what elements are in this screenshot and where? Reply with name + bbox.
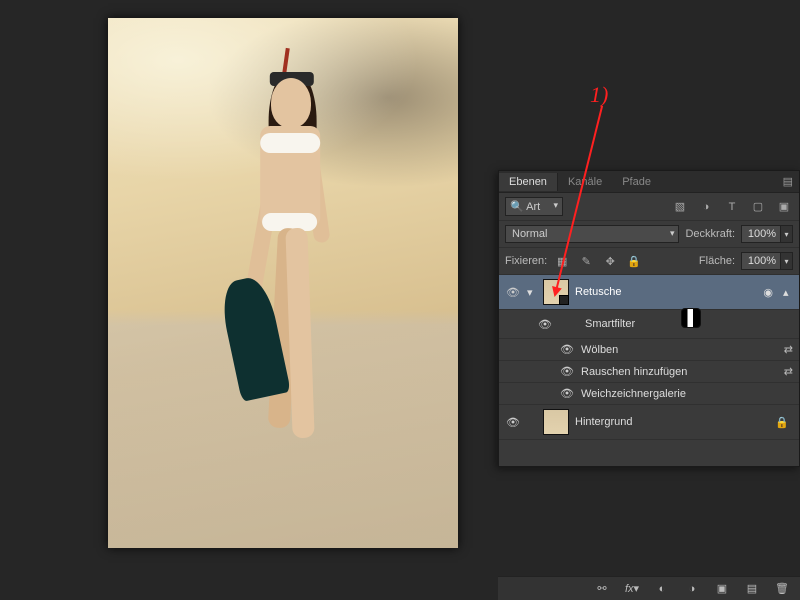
- filter-wolben[interactable]: 👁 Wölben ⇄: [499, 339, 799, 361]
- adjustment-layer-icon[interactable]: ◑: [682, 581, 702, 597]
- annotation-label: 1): [590, 82, 608, 108]
- blend-mode-select[interactable]: Normal: [505, 225, 679, 243]
- layer-mask-icon[interactable]: ◐: [652, 581, 672, 597]
- filter-name: Rauschen hinzufügen: [581, 366, 778, 378]
- filter-type-icon[interactable]: T: [723, 199, 741, 215]
- tab-paths[interactable]: Pfade: [612, 173, 661, 191]
- filter-weichzeichner[interactable]: 👁 Weichzeichnergalerie: [499, 383, 799, 405]
- layer-search-row: 🔍 Art ▧ ◑ T ▢ ▣: [499, 193, 799, 221]
- visibility-toggle-icon[interactable]: 👁: [505, 416, 521, 429]
- layer-fx-icon[interactable]: fx▾: [622, 581, 642, 597]
- filter-smart-icon[interactable]: ▣: [775, 199, 793, 215]
- photo-content: [223, 78, 343, 478]
- fill-dropdown-icon[interactable]: ▾: [781, 252, 793, 270]
- blend-mode-value: Normal: [512, 228, 547, 240]
- group-layers-icon[interactable]: ▣: [712, 581, 732, 597]
- layer-name[interactable]: Hintergrund: [575, 416, 765, 428]
- document-canvas[interactable]: [108, 18, 458, 548]
- lock-all-icon[interactable]: 🔒: [625, 253, 643, 269]
- layers-panel: Ebenen Kanäle Pfade ▤ 🔍 Art ▧ ◑ T ▢ ▣ No…: [498, 170, 800, 467]
- layer-thumbnail[interactable]: [543, 409, 569, 435]
- opacity-dropdown-icon[interactable]: ▾: [781, 225, 793, 243]
- layer-hintergrund[interactable]: 👁 Hintergrund 🔒: [499, 405, 799, 440]
- search-type-label: Art: [526, 201, 540, 213]
- new-layer-icon[interactable]: ▤: [742, 581, 762, 597]
- filter-blend-options-icon[interactable]: ⇄: [784, 365, 793, 378]
- fill-label: Fläche:: [699, 255, 735, 267]
- layers-list: 👁 ▾ Retusche ◉ ▴ 👁 Smartfilter 👁 Wölben …: [499, 275, 799, 466]
- filter-shape-icon[interactable]: ▢: [749, 199, 767, 215]
- opacity-label: Deckkraft:: [685, 228, 735, 240]
- delete-layer-icon[interactable]: 🗑: [772, 581, 792, 597]
- opacity-input[interactable]: 100%: [741, 225, 781, 243]
- layer-search-type-select[interactable]: 🔍 Art: [505, 197, 563, 216]
- lock-row: Fixieren: ▦ ✎ ✥ 🔒 Fläche: 100% ▾: [499, 248, 799, 275]
- visibility-toggle-icon[interactable]: 👁: [559, 365, 575, 378]
- collapse-arrow-icon[interactable]: ▾: [527, 286, 537, 299]
- smartfilter-row[interactable]: 👁 Smartfilter: [499, 310, 799, 339]
- filter-blend-options-icon[interactable]: ⇄: [784, 343, 793, 356]
- link-layers-icon[interactable]: ⚯: [592, 581, 612, 597]
- filter-name: Wölben: [581, 344, 778, 356]
- visibility-toggle-icon[interactable]: 👁: [559, 343, 575, 356]
- blend-row: Normal Deckkraft: 100% ▾: [499, 221, 799, 248]
- search-icon: 🔍: [510, 201, 524, 213]
- filter-rauschen[interactable]: 👁 Rauschen hinzufügen ⇄: [499, 361, 799, 383]
- panel-menu-icon[interactable]: ▤: [777, 175, 799, 188]
- panel-tabs: Ebenen Kanäle Pfade ▤: [499, 171, 799, 193]
- filter-name: Weichzeichnergalerie: [581, 388, 793, 400]
- lock-paint-icon[interactable]: ✎: [577, 253, 595, 269]
- layer-name[interactable]: Retusche: [575, 286, 753, 298]
- lock-label: Fixieren:: [505, 255, 547, 267]
- visibility-toggle-icon[interactable]: 👁: [505, 286, 521, 299]
- tab-layers[interactable]: Ebenen: [499, 173, 558, 191]
- filter-visibility-icon[interactable]: ◉: [759, 286, 777, 299]
- layers-bottom-toolbar: ⚯ fx▾ ◐ ◑ ▣ ▤ 🗑: [498, 576, 800, 600]
- layer-retusche[interactable]: 👁 ▾ Retusche ◉ ▴: [499, 275, 799, 310]
- fill-input[interactable]: 100%: [741, 252, 781, 270]
- visibility-toggle-icon[interactable]: 👁: [537, 318, 553, 331]
- expand-arrow-icon[interactable]: ▴: [783, 286, 793, 299]
- lock-icon[interactable]: 🔒: [771, 416, 793, 429]
- filter-adjust-icon[interactable]: ◑: [697, 199, 715, 215]
- visibility-toggle-icon[interactable]: 👁: [559, 387, 575, 400]
- filter-pixel-icon[interactable]: ▧: [671, 199, 689, 215]
- filter-mask-thumbnail[interactable]: [681, 308, 701, 328]
- lock-move-icon[interactable]: ✥: [601, 253, 619, 269]
